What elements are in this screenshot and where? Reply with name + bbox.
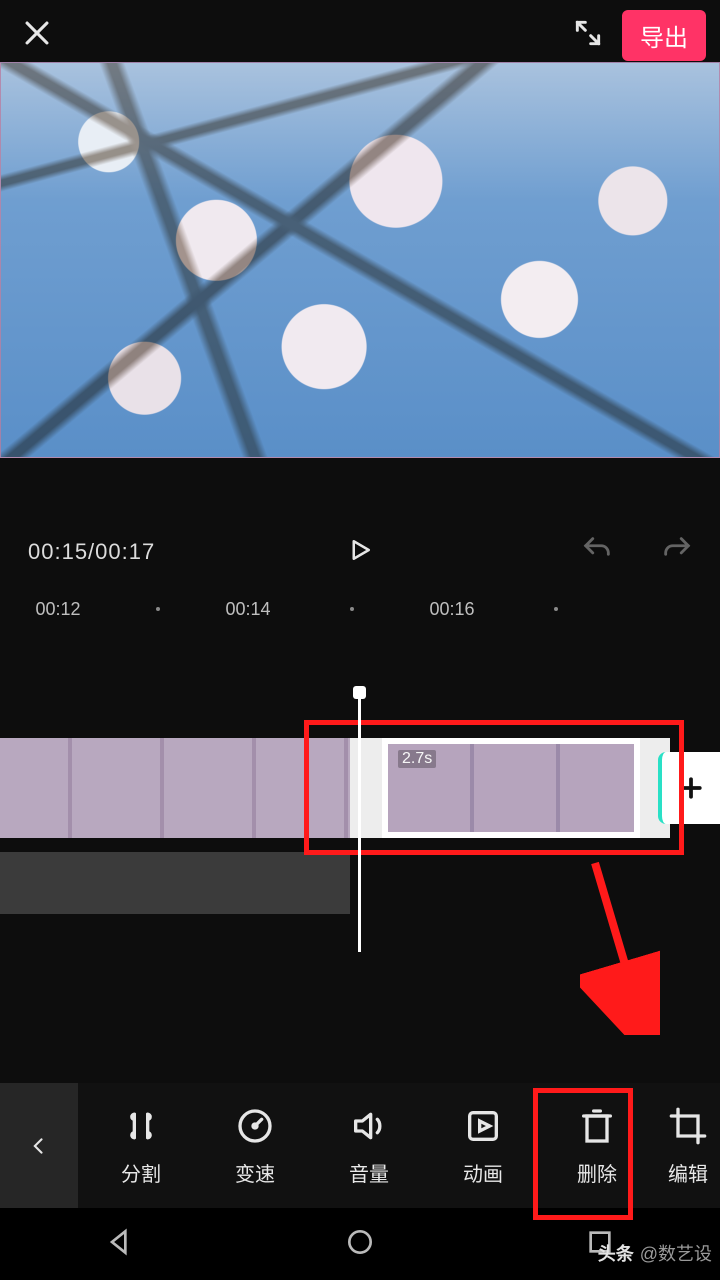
play-button[interactable] xyxy=(345,535,375,570)
nav-home-icon[interactable] xyxy=(344,1226,376,1263)
nav-back-icon[interactable] xyxy=(104,1226,136,1263)
audio-track[interactable] xyxy=(0,852,350,914)
ruler-tick: 00:12 xyxy=(35,599,80,620)
ruler-dot xyxy=(156,607,160,611)
tool-animation[interactable]: 动画 xyxy=(428,1104,538,1187)
tool-label: 音量 xyxy=(349,1158,389,1187)
tool-split[interactable]: 分割 xyxy=(86,1104,196,1187)
delete-icon xyxy=(577,1104,617,1148)
fullscreen-icon[interactable] xyxy=(572,17,604,54)
redo-icon[interactable] xyxy=(660,533,694,572)
speed-icon xyxy=(235,1104,275,1148)
volume-icon xyxy=(349,1104,389,1148)
tool-delete[interactable]: 删除 xyxy=(542,1104,652,1187)
tool-label: 删除 xyxy=(577,1158,617,1187)
annotation-arrow-icon xyxy=(580,855,660,1035)
time-display: 00:15/00:17 xyxy=(28,539,155,565)
tool-label: 变速 xyxy=(235,1158,275,1187)
toolbar-back-button[interactable] xyxy=(0,1083,78,1208)
ruler-tick: 00:16 xyxy=(429,599,474,620)
clip-1[interactable] xyxy=(0,738,350,838)
tool-volume[interactable]: 音量 xyxy=(314,1104,424,1187)
system-navbar: 头条@数艺设 xyxy=(0,1208,720,1280)
edit-toolbar: 分割 变速 音量 xyxy=(0,1083,720,1208)
close-icon[interactable] xyxy=(20,16,54,55)
watermark: 头条@数艺设 xyxy=(598,1240,712,1266)
tool-label: 分割 xyxy=(121,1158,161,1187)
split-icon xyxy=(121,1104,161,1148)
undo-icon[interactable] xyxy=(580,533,614,572)
playhead[interactable] xyxy=(358,692,361,952)
header-bar: 导出 xyxy=(0,0,720,70)
tool-edit[interactable]: 编辑 xyxy=(656,1104,720,1187)
tool-speed[interactable]: 变速 xyxy=(200,1104,310,1187)
timeline-ruler[interactable]: 00:12 00:14 00:16 xyxy=(0,594,720,624)
crop-icon xyxy=(668,1104,708,1148)
app-root: 导出 00:15/00:17 00:12 00:14 00:16 xyxy=(0,0,720,1280)
ruler-dot xyxy=(350,607,354,611)
video-preview[interactable] xyxy=(0,62,720,458)
playback-row: 00:15/00:17 xyxy=(0,532,720,572)
animation-icon xyxy=(463,1104,503,1148)
tool-label: 动画 xyxy=(463,1158,503,1187)
ruler-dot xyxy=(554,607,558,611)
export-button[interactable]: 导出 xyxy=(622,10,706,61)
header-right: 导出 xyxy=(572,10,706,61)
annotation-clip-highlight xyxy=(304,720,684,855)
ruler-tick: 00:14 xyxy=(225,599,270,620)
tool-label: 编辑 xyxy=(668,1158,708,1187)
undo-redo-group xyxy=(580,533,694,572)
